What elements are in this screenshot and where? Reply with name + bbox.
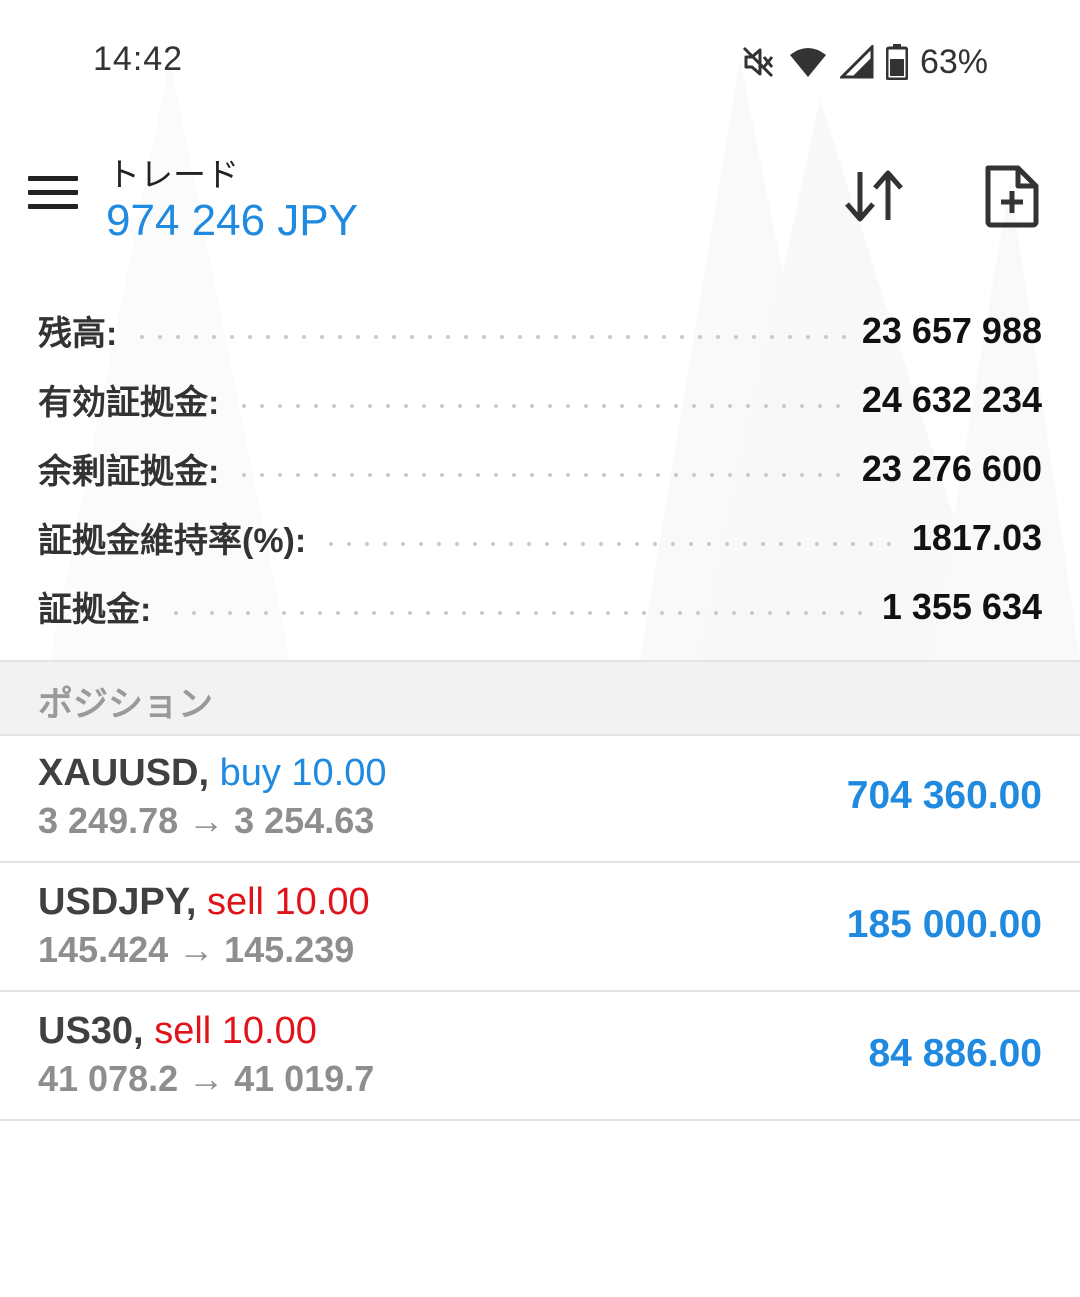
summary-value: 23 276 600 (861, 447, 1042, 489)
position-profit: 84 886.00 (868, 1032, 1042, 1075)
position-prices: 145.424 → 145.239 (38, 929, 355, 970)
summary-value: 1817.03 (911, 516, 1042, 558)
dot-leader (167, 607, 866, 618)
signal-icon (839, 45, 874, 79)
mute-icon (740, 44, 776, 80)
new-order-icon[interactable] (982, 164, 1042, 228)
position-symbol: US30, (38, 1010, 144, 1052)
summary-value: 24 632 234 (861, 378, 1042, 420)
summary-row-equity: 有効証拠金: 24 632 234 (0, 365, 1080, 434)
position-symbol: XAUUSD, (38, 752, 210, 794)
sort-icon[interactable] (842, 166, 908, 226)
summary-row-free-margin: 余剰証拠金: 23 276 600 (0, 434, 1080, 503)
balance-display: 974 246 JPY (106, 196, 358, 245)
position-row[interactable]: XAUUSD, buy 10.00 3 249.78 → 3 254.63 70… (0, 734, 1080, 863)
dot-leader (235, 469, 846, 480)
toolbar: トレード 974 246 JPY (0, 130, 1080, 260)
summary-row-margin-level: 証拠金維持率(%): 1817.03 (0, 503, 1080, 572)
status-icons: 63% (740, 40, 988, 84)
menu-icon[interactable] (28, 176, 78, 216)
position-prices: 3 249.78 → 3 254.63 (38, 800, 375, 841)
battery-percent: 63% (919, 42, 988, 81)
dot-leader (235, 400, 846, 411)
summary-label: 残高: (38, 315, 118, 353)
position-row[interactable]: US30, sell 10.00 41 078.2 → 41 019.7 84 … (0, 992, 1080, 1121)
position-side-volume: sell 10.00 (154, 1010, 317, 1052)
position-title: XAUUSD, buy 10.00 (38, 752, 387, 795)
position-title: USDJPY, sell 10.00 (38, 881, 370, 924)
positions-header-label: ポジション (38, 685, 214, 724)
battery-icon (885, 44, 908, 80)
page-title: トレード (107, 156, 239, 193)
summary-value: 23 657 988 (861, 309, 1042, 351)
summary-row-margin: 証拠金: 1 355 634 (0, 572, 1080, 641)
wifi-icon (788, 45, 828, 79)
position-side-volume: sell 10.00 (206, 881, 370, 923)
summary-row-balance: 残高: 23 657 988 (0, 296, 1080, 365)
summary-label: 有効証拠金: (38, 384, 220, 422)
position-symbol: USDJPY, (38, 881, 197, 923)
summary-label: 証拠金維持率(%): (38, 522, 307, 560)
position-row[interactable]: USDJPY, sell 10.00 145.424 → 145.239 185… (0, 863, 1080, 992)
dot-leader (133, 331, 846, 342)
account-summary: 残高: 23 657 988 有効証拠金: 24 632 234 余剰証拠金: … (0, 296, 1080, 641)
position-profit: 185 000.00 (846, 903, 1042, 946)
position-prices: 41 078.2 → 41 019.7 (38, 1058, 375, 1099)
position-side-volume: buy 10.00 (219, 752, 387, 794)
positions-section-header: ポジション (0, 660, 1080, 736)
dot-leader (322, 538, 896, 549)
summary-label: 余剰証拠金: (38, 453, 220, 491)
position-title: US30, sell 10.00 (38, 1010, 317, 1053)
positions-list: XAUUSD, buy 10.00 3 249.78 → 3 254.63 70… (0, 734, 1080, 1121)
summary-label: 証拠金: (38, 591, 152, 629)
position-profit: 704 360.00 (846, 774, 1042, 817)
summary-value: 1 355 634 (881, 585, 1042, 627)
status-bar: 14:42 63% (0, 0, 1080, 120)
status-time: 14:42 (93, 40, 184, 78)
